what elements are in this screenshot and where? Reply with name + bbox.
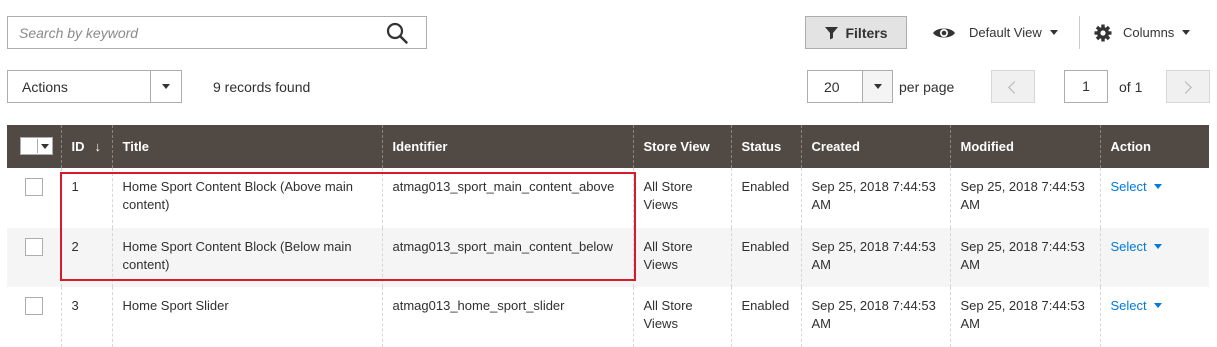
select-label: Select xyxy=(1110,298,1147,313)
chevron-down-icon xyxy=(1153,303,1162,309)
column-header-id[interactable]: ID ↓ xyxy=(60,125,112,168)
per-page-select[interactable]: 20 xyxy=(807,70,893,103)
per-page-value: 20 xyxy=(824,79,840,95)
column-header-store-view[interactable]: Store View xyxy=(632,125,731,168)
per-page-label: per page xyxy=(899,79,955,95)
chevron-down-icon[interactable] xyxy=(150,71,181,102)
cell-action: Select xyxy=(1099,168,1209,228)
view-switcher[interactable]: Default View xyxy=(932,16,1058,49)
row-select-cell xyxy=(7,228,61,287)
cell-store-view: All Store Views xyxy=(632,228,731,287)
select-label: Select xyxy=(1110,179,1147,194)
column-header-created[interactable]: Created xyxy=(800,125,950,168)
cell-id: 1 xyxy=(60,168,112,228)
table-header-row: ID ↓ Title Identifier Store View Status C… xyxy=(7,125,1209,168)
eye-icon xyxy=(933,28,955,37)
row-checkbox[interactable] xyxy=(25,297,43,315)
column-header-status[interactable]: Status xyxy=(730,125,801,168)
chevron-down-icon xyxy=(1153,184,1162,190)
sort-desc-icon: ↓ xyxy=(94,139,102,154)
total-pages: of 1 xyxy=(1119,79,1143,95)
table-row[interactable]: 1 Home Sport Content Block (Above main c… xyxy=(7,168,1209,228)
cell-action: Select xyxy=(1099,228,1209,287)
chevron-down-icon xyxy=(1182,30,1191,35)
select-action-link[interactable]: Select xyxy=(1111,298,1162,313)
column-header-identifier[interactable]: Identifier xyxy=(381,125,633,168)
blocks-grid: ID ↓ Title Identifier Store View Status C… xyxy=(7,125,1209,347)
row-checkbox[interactable] xyxy=(25,238,43,256)
search-input[interactable] xyxy=(8,17,379,48)
actions-dropdown[interactable]: Actions xyxy=(7,70,182,103)
records-count: 9 records found xyxy=(213,79,311,95)
cell-created: Sep 25, 2018 7:44:53 AM xyxy=(800,228,950,287)
filters-button[interactable]: Filters xyxy=(805,16,907,49)
cell-created: Sep 25, 2018 7:44:53 AM xyxy=(800,287,950,347)
cell-status: Enabled xyxy=(730,168,801,228)
cell-id: 2 xyxy=(60,228,112,287)
cell-store-view: All Store Views xyxy=(632,287,731,347)
cell-created: Sep 25, 2018 7:44:53 AM xyxy=(800,168,950,228)
page-number-input[interactable]: 1 xyxy=(1064,70,1108,103)
chevron-down-icon xyxy=(1049,30,1058,35)
select-action-link[interactable]: Select xyxy=(1111,179,1162,194)
chevron-left-icon[interactable] xyxy=(991,70,1035,103)
filter-icon xyxy=(825,27,839,40)
column-header-modified[interactable]: Modified xyxy=(949,125,1100,168)
row-select-cell xyxy=(7,287,61,347)
chevron-down-icon[interactable] xyxy=(37,139,52,153)
chevron-down-icon[interactable] xyxy=(862,71,892,102)
search-icon[interactable] xyxy=(386,22,408,44)
mass-select-checkbox xyxy=(21,139,37,153)
row-select-cell xyxy=(7,168,61,228)
chevron-right-icon[interactable] xyxy=(1166,70,1210,103)
toolbar-divider xyxy=(1079,16,1080,49)
cell-identifier: atmag013_sport_main_content_above xyxy=(381,168,633,228)
select-label: Select xyxy=(1110,239,1147,254)
cell-action: Select xyxy=(1099,287,1209,347)
cell-title: Home Sport Content Block (Above main con… xyxy=(111,168,382,228)
view-label: Default View xyxy=(969,25,1042,40)
filters-label: Filters xyxy=(845,24,888,41)
header-id-label: ID xyxy=(71,139,85,154)
search-box xyxy=(7,16,427,49)
cell-modified: Sep 25, 2018 7:44:53 AM xyxy=(949,228,1100,287)
columns-control[interactable]: Columns xyxy=(1094,16,1191,49)
cell-store-view: All Store Views xyxy=(632,168,731,228)
gear-icon xyxy=(1094,24,1112,41)
table-row[interactable]: 2 Home Sport Content Block (Below main c… xyxy=(7,228,1209,287)
table-row[interactable]: 3 Home Sport Slider atmag013_home_sport_… xyxy=(7,287,1209,347)
select-action-link[interactable]: Select xyxy=(1111,239,1162,254)
cell-title: Home Sport Slider xyxy=(111,287,382,347)
cell-id: 3 xyxy=(60,287,112,347)
cell-modified: Sep 25, 2018 7:44:53 AM xyxy=(949,168,1100,228)
cell-status: Enabled xyxy=(730,228,801,287)
cell-identifier: atmag013_sport_main_content_below xyxy=(381,228,633,287)
column-header-action: Action xyxy=(1099,125,1209,168)
row-checkbox[interactable] xyxy=(25,178,43,196)
mass-select-header xyxy=(7,125,61,168)
cell-identifier: atmag013_home_sport_slider xyxy=(381,287,633,347)
cell-title: Home Sport Content Block (Below main con… xyxy=(111,228,382,287)
actions-label: Actions xyxy=(22,79,68,95)
columns-label: Columns xyxy=(1123,25,1175,40)
cell-status: Enabled xyxy=(730,287,801,347)
cell-modified: Sep 25, 2018 7:44:53 AM xyxy=(949,287,1100,347)
column-header-title[interactable]: Title xyxy=(111,125,382,168)
mass-select-dropdown[interactable] xyxy=(20,137,53,155)
chevron-down-icon xyxy=(1153,244,1162,250)
